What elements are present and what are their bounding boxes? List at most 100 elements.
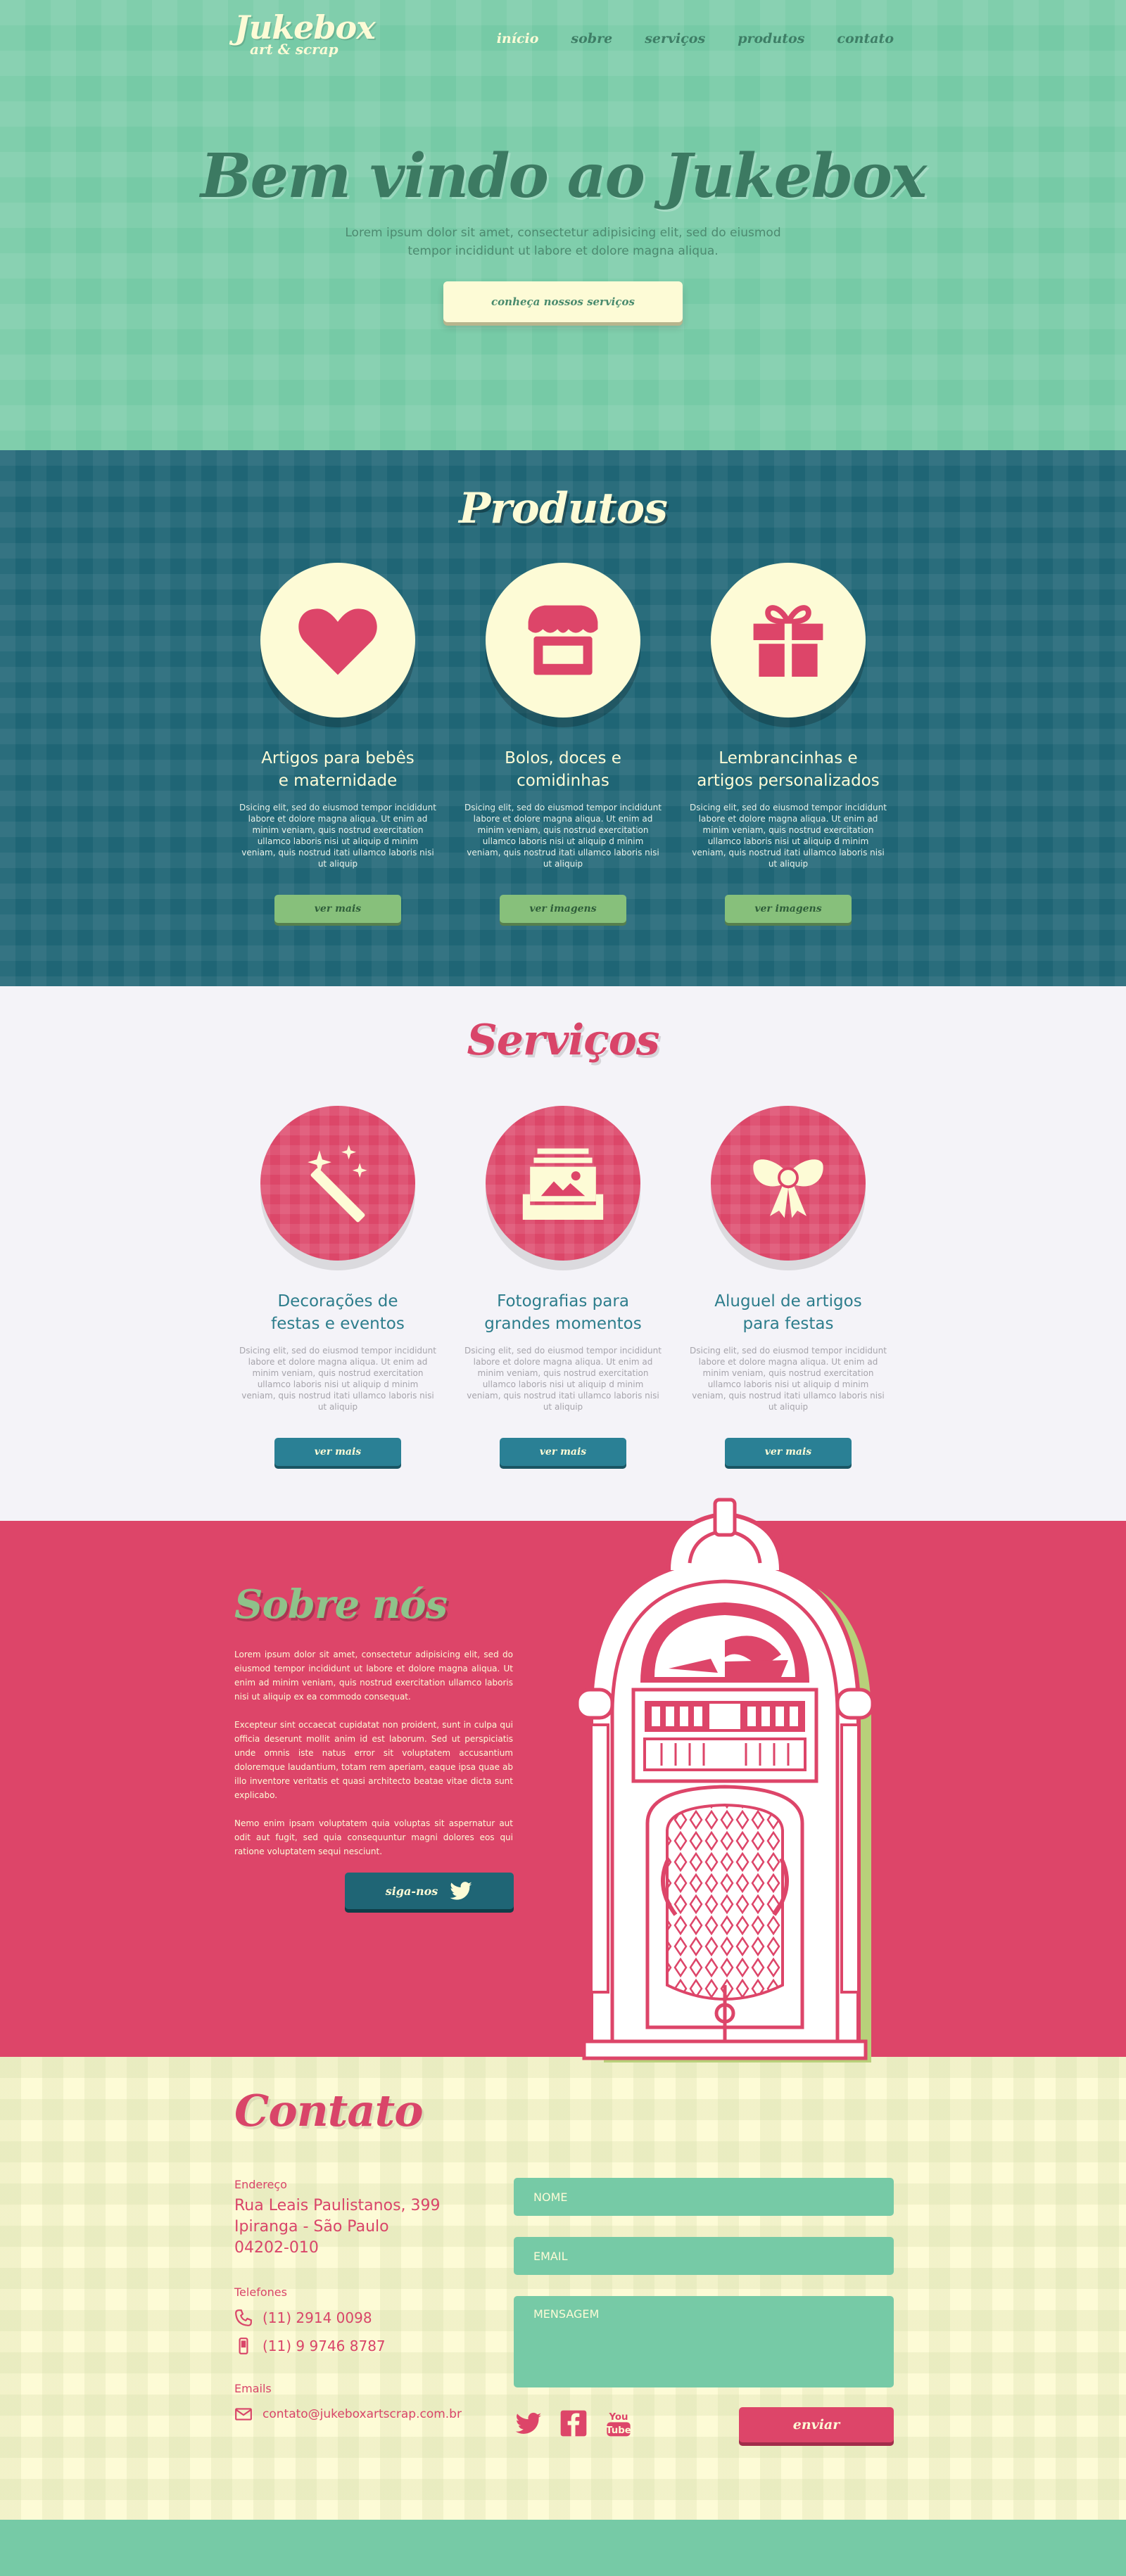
ver-imagens-button[interactable]: ver imagens (500, 895, 626, 923)
heart-icon (260, 563, 415, 718)
twitter-icon[interactable] (514, 2409, 543, 2438)
card-title-line: Bolos, doces e (505, 749, 621, 767)
hero-description-line: Lorem ipsum dolor sit amet, consectetur … (345, 226, 781, 240)
produto-card: Lembrancinhas e artigos personalizados D… (690, 563, 887, 923)
jukebox-illustration (575, 1498, 875, 2062)
hero-description: Lorem ipsum dolor sit amet, consectetur … (0, 224, 1126, 260)
message-textarea[interactable]: MENSAGEM (514, 2296, 894, 2387)
follow-button[interactable]: siga-nos (345, 1873, 514, 1909)
sobre-title: Sobre nós (234, 1581, 448, 1628)
youtube-label: Tube (606, 2425, 631, 2436)
mobile-phone-icon (239, 2338, 248, 2354)
address-line: Ipiranga - São Paulo (234, 2218, 389, 2236)
phone-number[interactable]: (11) 2914 0098 (262, 2309, 372, 2326)
phone-row: (11) 2914 0098 (234, 2309, 481, 2327)
servicos-section: Serviços Decorações de festas e eventos … (0, 986, 1126, 1521)
phone-icon (235, 2309, 252, 2326)
card-title-line: grandes momentos (484, 1315, 642, 1333)
magic-wand-icon (260, 1106, 415, 1261)
servico-card: Fotografias para grandes momentos Dsicin… (464, 1106, 662, 1466)
servicos-title: Serviços (467, 1016, 659, 1065)
ver-mais-button[interactable]: ver mais (274, 1438, 401, 1466)
card-title-line: festas e eventos (271, 1315, 405, 1333)
produto-card-text: Dsicing elit, sed do eiusmod tempor inci… (239, 803, 436, 869)
contact-info: Endereço Rua Leais Paulistanos, 399 Ipir… (234, 2178, 481, 2430)
email-row: contato@jukeboxartscrap.com.br (234, 2405, 481, 2423)
send-button[interactable]: enviar (739, 2407, 894, 2442)
nav-item-contato[interactable]: contato (837, 31, 894, 46)
servicos-cards: Decorações de festas e eventos Dsicing e… (0, 1106, 1126, 1466)
gift-icon (711, 563, 866, 718)
produtos-cards: Artigos para bebês e maternidade Dsicing… (0, 563, 1126, 923)
address-line: Rua Leais Paulistanos, 399 (234, 2197, 441, 2214)
servico-card-text: Dsicing elit, sed do eiusmod tempor inci… (464, 1346, 662, 1412)
shop-icon (486, 563, 640, 718)
mail-icon (235, 2408, 252, 2421)
produto-card: Bolos, doces e comidinhas Dsicing elit, … (464, 563, 662, 923)
servico-card-title: Fotografias para grandes momentos (457, 1290, 669, 1335)
produtos-section: Produtos Artigos para bebês e maternidad… (0, 450, 1126, 986)
address-line: 04202-010 (234, 2239, 319, 2257)
photos-icon (486, 1106, 640, 1261)
email-link[interactable]: contato@jukeboxartscrap.com.br (262, 2407, 462, 2421)
follow-button-label: siga-nos (385, 1884, 438, 1898)
servico-card-text: Dsicing elit, sed do eiusmod tempor inci… (690, 1346, 887, 1412)
social-links: You Tube (514, 2409, 633, 2438)
emails-label: Emails (234, 2382, 272, 2395)
name-input[interactable]: NOME (514, 2178, 894, 2216)
hero-description-line: tempor incididunt ut labore et dolore ma… (407, 244, 719, 258)
sobre-paragraph: Excepteur sint occaecat cupidatat non pr… (234, 1720, 513, 1800)
youtube-label: You (608, 2412, 628, 2423)
card-title-line: Aluguel de artigos (714, 1292, 862, 1311)
produtos-title: Produtos (459, 484, 668, 533)
nav-item-produtos[interactable]: produtos (738, 31, 804, 46)
contato-title: Contato (234, 2085, 424, 2136)
card-title-line: comidinhas (517, 772, 609, 790)
footer (0, 2520, 1126, 2576)
produto-card-title: Lembrancinhas e artigos personalizados (683, 747, 894, 792)
bow-icon (711, 1106, 866, 1261)
ver-mais-button[interactable]: ver mais (500, 1438, 626, 1466)
address-label: Endereço (234, 2178, 287, 2191)
servico-card-title: Decorações de festas e eventos (232, 1290, 443, 1335)
produto-card-title: Artigos para bebês e maternidade (232, 747, 443, 792)
produto-card-text: Dsicing elit, sed do eiusmod tempor inci… (690, 803, 887, 869)
logo[interactable]: Jukebox art & scrap (234, 8, 376, 58)
card-title-line: Decorações de (277, 1292, 398, 1311)
youtube-icon[interactable]: You Tube (604, 2409, 633, 2438)
contato-section: Contato Endereço Rua Leais Paulistanos, … (0, 2057, 1126, 2520)
sobre-section: Sobre nós Lorem ipsum dolor sit amet, co… (0, 1498, 1126, 2062)
ver-imagens-button[interactable]: ver imagens (725, 895, 852, 923)
phones-label: Telefones (234, 2285, 287, 2299)
card-title-line: para festas (742, 1315, 834, 1333)
servico-card: Aluguel de artigos para festas Dsicing e… (690, 1106, 887, 1466)
card-title-line: Lembrancinhas e (719, 749, 858, 767)
card-title-line: e maternidade (278, 772, 398, 790)
mobile-number[interactable]: (11) 9 9746 8787 (262, 2338, 386, 2354)
facebook-icon[interactable] (559, 2409, 588, 2438)
email-input[interactable]: EMAIL (514, 2237, 894, 2275)
ver-mais-button[interactable]: ver mais (274, 895, 401, 923)
produto-card-text: Dsicing elit, sed do eiusmod tempor inci… (464, 803, 662, 869)
servico-card-text: Dsicing elit, sed do eiusmod tempor inci… (239, 1346, 436, 1412)
servico-card-title: Aluguel de artigos para festas (683, 1290, 894, 1335)
servico-card: Decorações de festas e eventos Dsicing e… (239, 1106, 436, 1466)
nav-item-inicio[interactable]: início (497, 31, 539, 46)
card-title-line: Artigos para bebês (261, 749, 415, 767)
ver-mais-button[interactable]: ver mais (725, 1438, 852, 1466)
card-title-line: artigos personalizados (697, 772, 880, 790)
contact-form: NOME EMAIL MENSAGEM (514, 2178, 894, 2409)
produto-card-title: Bolos, doces e comidinhas (457, 747, 669, 792)
hero-title: Bem vindo ao Jukebox (200, 141, 927, 212)
sobre-text: Lorem ipsum dolor sit amet, consectetur … (234, 1647, 513, 1873)
twitter-icon (450, 1882, 472, 1900)
hero-section: Jukebox art & scrap início sobre serviço… (0, 0, 1126, 450)
services-cta-button[interactable]: conheça nossos serviços (443, 281, 683, 322)
sobre-paragraph: Lorem ipsum dolor sit amet, consectetur … (234, 1650, 513, 1702)
phone-row: (11) 9 9746 8787 (234, 2337, 481, 2355)
sobre-paragraph: Nemo enim ipsam voluptatem quia voluptas… (234, 1818, 513, 1856)
nav-item-sobre[interactable]: sobre (571, 31, 612, 46)
logo-name: Jukebox (234, 8, 376, 46)
main-nav: início sobre serviços produtos contato (497, 31, 894, 46)
nav-item-servicos[interactable]: serviços (645, 31, 705, 46)
